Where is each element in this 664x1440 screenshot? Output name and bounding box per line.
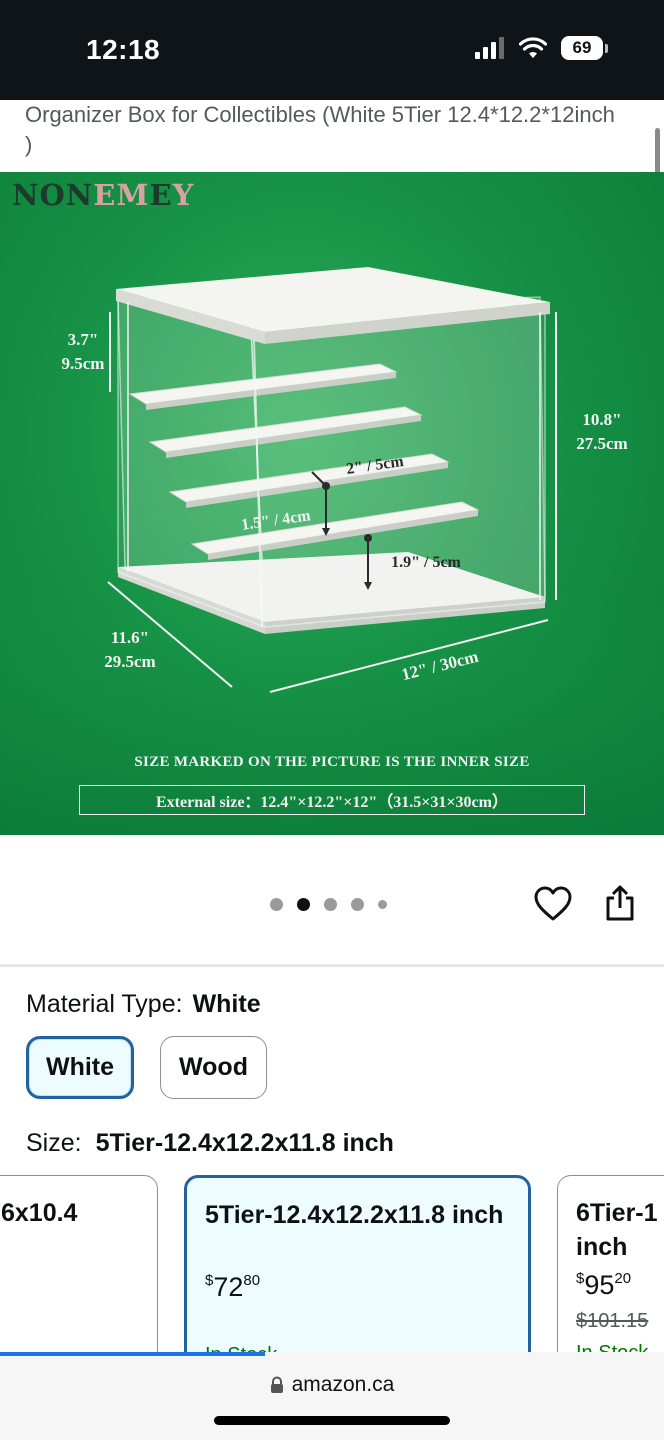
- dim-depth: 11.6" 29.5cm: [104, 628, 156, 671]
- wifi-icon: [519, 37, 547, 58]
- product-image[interactable]: NONEMEY 3.7" 9.5cm 10.8" 27.5cm 2" / 5cm 1…: [0, 172, 664, 835]
- size-selected-value: 5Tier-12.4x12.2x11.8 inch: [95, 1129, 394, 1157]
- gallery-dot[interactable]: [270, 898, 283, 911]
- dim-top-height: 3.7" 9.5cm: [61, 330, 105, 373]
- size-option-card-selected[interactable]: 5Tier-12.4x12.2x11.8 inch $7280 In Stock: [184, 1175, 531, 1375]
- size-option-card[interactable]: 6x10.4: [0, 1175, 158, 1375]
- size-option-name: 6Tier-1 inch: [576, 1199, 658, 1261]
- inner-size-note: SIZE MARKED ON THE PICTURE IS THE INNER …: [134, 754, 530, 770]
- lock-icon: [270, 1376, 283, 1393]
- product-illustration: [0, 267, 664, 835]
- size-option-price: $7280: [205, 1272, 261, 1302]
- size-option-name: 5Tier-12.4x12.2x11.8 inch: [205, 1201, 504, 1229]
- battery-icon: 69: [561, 36, 608, 60]
- share-icon[interactable]: [603, 884, 637, 922]
- page-load-progress: [0, 1352, 265, 1356]
- scroll-indicator: [655, 128, 660, 176]
- size-label: Size: 5Tier-12.4x12.2x11.8 inch: [26, 1129, 394, 1157]
- address-bar[interactable]: amazon.ca: [0, 1373, 664, 1397]
- gallery-dot-active[interactable]: [297, 898, 310, 911]
- size-option-list-price: $101.15: [576, 1310, 649, 1332]
- battery-level: 69: [561, 36, 603, 60]
- heart-icon[interactable]: [534, 886, 572, 922]
- gallery-dot[interactable]: [378, 900, 387, 909]
- material-option-wood[interactable]: Wood: [160, 1036, 267, 1099]
- dim-right-height: 10.8" 27.5cm: [576, 410, 628, 453]
- gallery-dots: [270, 898, 387, 911]
- brand-logo: NONEMEY: [12, 178, 195, 212]
- dim-shelf-gap: 1.9" / 5cm: [391, 554, 461, 571]
- size-option-name: 6x10.4: [1, 1199, 78, 1227]
- gallery-dot[interactable]: [351, 898, 364, 911]
- section-divider: [0, 964, 664, 967]
- home-indicator[interactable]: [214, 1416, 450, 1425]
- material-option-white[interactable]: White: [26, 1036, 134, 1099]
- size-option-card[interactable]: 6Tier-1 inch $9520 $101.15 In Stock: [557, 1175, 664, 1375]
- signal-icon: [475, 37, 504, 59]
- url-text: amazon.ca: [291, 1373, 395, 1396]
- status-time: 12:18: [86, 34, 161, 65]
- material-type-label: Material Type: White: [26, 990, 261, 1018]
- gallery-dot[interactable]: [324, 898, 337, 911]
- status-icons: 69: [475, 36, 608, 60]
- product-title[interactable]: Organizer Box for Collectibles (White 5T…: [25, 100, 625, 160]
- status-bar: 12:18 69: [0, 0, 664, 100]
- material-selected-value: White: [192, 990, 261, 1018]
- size-option-price: $9520: [576, 1270, 632, 1300]
- product-title-strip: Organizer Box for Collectibles (White 5T…: [0, 100, 664, 172]
- external-size-note: External size：12.4"×12.2"×12"（31.5×31×30…: [79, 785, 585, 815]
